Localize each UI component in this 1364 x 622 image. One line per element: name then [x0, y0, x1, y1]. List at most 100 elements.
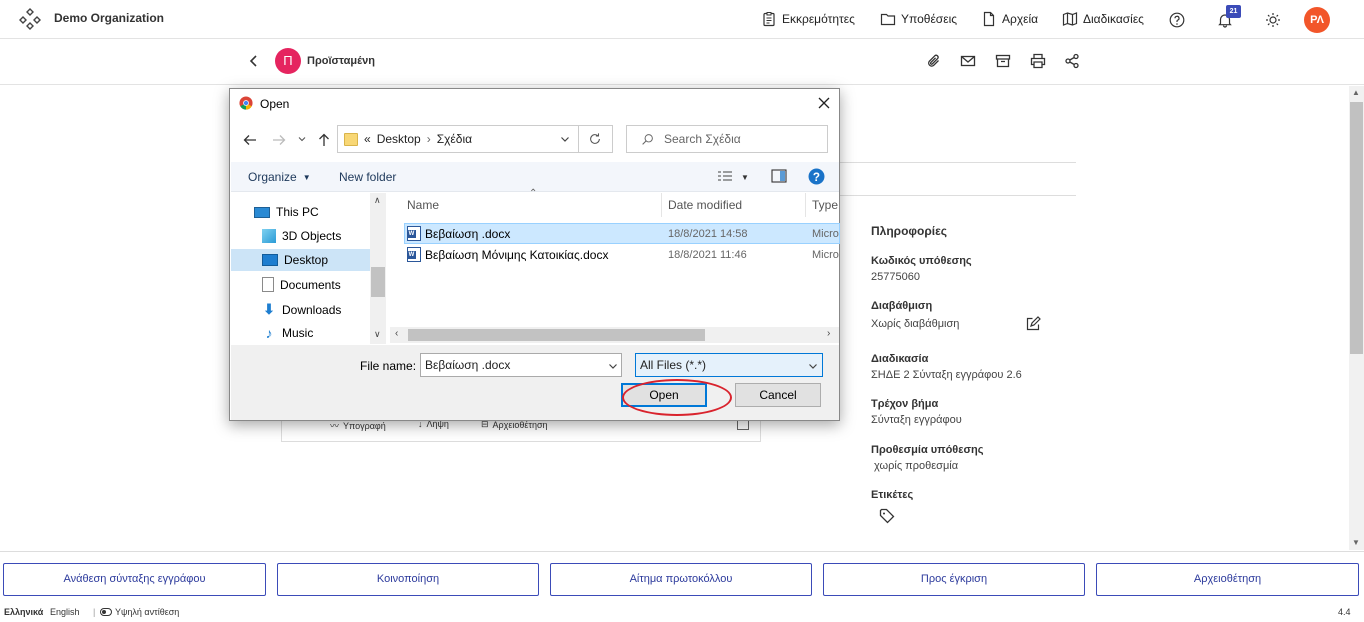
preview-pane-icon[interactable] — [771, 169, 787, 183]
hscroll-left-icon[interactable]: ‹ — [395, 328, 398, 339]
protocol-request-button[interactable]: Αίτημα πρωτοκόλλου — [550, 563, 812, 596]
file-type-dropdown-icon[interactable] — [808, 361, 818, 371]
word-document-icon: W — [407, 226, 421, 241]
path-desktop[interactable]: Desktop — [377, 132, 421, 146]
tree-item-this-pc[interactable]: This PC — [254, 205, 319, 219]
highlight-annotation — [622, 379, 732, 416]
assign-draft-button[interactable]: Ανάθεση σύνταξης εγγράφου — [3, 563, 266, 596]
case-code-value: 25775060 — [871, 271, 920, 283]
tags-label: Ετικέτες — [871, 489, 914, 501]
case-code-label: Κωδικός υπόθεσης — [871, 255, 972, 267]
nav-procedures[interactable]: Διαδικασίες — [1062, 11, 1144, 27]
help-icon[interactable] — [1169, 12, 1185, 28]
column-date-modified[interactable]: Date modified — [668, 198, 742, 212]
up-arrow-icon[interactable] — [316, 132, 332, 148]
edit-icon[interactable] — [1025, 316, 1041, 332]
organize-label: Organize — [248, 170, 297, 184]
file-name-dropdown-icon[interactable] — [608, 361, 618, 371]
tree-item-downloads[interactable]: ⬇ Downloads — [262, 301, 341, 318]
organization-name[interactable]: Demo Organization — [54, 11, 164, 25]
column-name[interactable]: Name — [407, 198, 439, 212]
tree-item-desktop[interactable]: Desktop — [262, 253, 328, 267]
toggle-icon — [100, 608, 112, 616]
archive-icon[interactable] — [995, 53, 1011, 69]
back-chevron-icon[interactable] — [247, 54, 261, 68]
scroll-up-arrow-icon[interactable]: ▲ — [1352, 88, 1360, 97]
documents-icon — [262, 277, 274, 292]
folder-icon — [344, 132, 358, 146]
file-type: Micro — [812, 228, 839, 240]
file-type-select[interactable]: All Files (*.*) — [635, 353, 823, 377]
lang-greek-link[interactable]: Ελληνικά — [4, 607, 43, 617]
column-separator[interactable] — [805, 193, 806, 217]
case-toolbar — [0, 40, 1364, 85]
organization-logo-icon[interactable] — [18, 7, 42, 31]
main-scrollbar-thumb[interactable] — [1350, 102, 1363, 354]
file-name-input[interactable]: Βεβαίωση .docx — [420, 353, 622, 377]
forward-arrow-icon[interactable] — [271, 132, 287, 148]
cancel-button[interactable]: Cancel — [735, 383, 821, 407]
tag-icon[interactable] — [879, 508, 895, 524]
lang-english-link[interactable]: English — [50, 607, 80, 617]
hscroll-right-icon[interactable]: › — [827, 328, 830, 339]
archive-button[interactable]: Αρχειοθέτηση — [1096, 563, 1359, 596]
for-approval-button[interactable]: Προς έγκριση — [823, 563, 1085, 596]
music-note-icon: ♪ — [265, 325, 273, 341]
nav-pending[interactable]: Εκκρεμότητες — [761, 11, 855, 27]
path-overflow[interactable]: « — [364, 132, 371, 146]
path-sxedia[interactable]: Σχέδια — [437, 132, 472, 146]
mail-icon[interactable] — [960, 53, 976, 69]
nav-files[interactable]: Αρχεία — [981, 11, 1038, 27]
close-icon[interactable] — [816, 95, 832, 111]
search-input[interactable]: Search Σχέδια — [626, 125, 828, 153]
nav-procedures-label: Διαδικασίες — [1083, 12, 1144, 26]
cube-icon — [262, 229, 276, 243]
nav-cases[interactable]: Υποθέσεις — [880, 11, 957, 27]
help-icon[interactable]: ? — [808, 168, 825, 185]
back-arrow-icon[interactable] — [242, 132, 258, 148]
notify-button[interactable]: Κοινοποίηση — [277, 563, 539, 596]
search-icon — [642, 133, 653, 145]
nav-files-label: Αρχεία — [1002, 12, 1039, 26]
tree-scroll-up-icon[interactable]: ∧ — [374, 195, 381, 206]
divider — [838, 195, 1076, 196]
tree-item-music[interactable]: ♪ Music — [262, 325, 314, 341]
refresh-button[interactable] — [579, 125, 613, 153]
tree-scroll-down-icon[interactable]: ∨ — [374, 329, 381, 340]
organize-menu[interactable]: Organize ▼ — [248, 170, 311, 184]
paperclip-icon[interactable] — [926, 53, 942, 69]
tree-item-3d-objects[interactable]: 3D Objects — [262, 229, 341, 243]
share-icon[interactable] — [1064, 53, 1080, 69]
tree-scrollbar-thumb[interactable] — [371, 267, 385, 297]
column-type[interactable]: Type — [812, 198, 838, 212]
file-row[interactable]: W Βεβαίωση Μόνιμης Κατοικίας.docx — [407, 247, 608, 262]
scroll-down-arrow-icon[interactable]: ▼ — [1352, 538, 1360, 547]
column-separator[interactable] — [661, 193, 662, 217]
new-folder-button[interactable]: New folder — [339, 170, 396, 184]
theme-sun-icon[interactable] — [1265, 12, 1281, 28]
classification-value: Χωρίς διαβάθμιση — [871, 318, 960, 330]
file-date: 18/8/2021 14:58 — [668, 228, 748, 240]
procedure-label: Διαδικασία — [871, 353, 929, 365]
tree-item-music-label: Music — [282, 326, 314, 340]
chrome-icon — [239, 96, 253, 110]
print-icon[interactable] — [1030, 53, 1046, 69]
address-bar[interactable]: « Desktop › Σχέδια — [337, 125, 579, 153]
file-list-hscrollbar-thumb[interactable] — [408, 329, 705, 341]
refresh-icon — [590, 133, 600, 144]
tree-item-downloads-label: Downloads — [282, 302, 342, 317]
tree-item-documents[interactable]: Documents — [262, 277, 341, 292]
file-name: Βεβαίωση Μόνιμης Κατοικίας.docx — [425, 247, 609, 262]
file-date: 18/8/2021 11:46 — [668, 249, 747, 261]
high-contrast-toggle[interactable]: Υψηλή αντίθεση — [100, 607, 179, 617]
archive-action-label: Αρχειοθέτηση — [492, 419, 548, 430]
file-name-label: File name: — [360, 359, 417, 373]
recent-dropdown-chevron-icon[interactable] — [297, 134, 307, 144]
view-options[interactable]: ▼ — [717, 170, 749, 184]
file-row[interactable]: W Βεβαίωση .docx — [407, 226, 510, 241]
download-arrow-icon: ⬇ — [263, 301, 275, 317]
user-avatar[interactable]: ΡΛ — [1304, 7, 1330, 33]
tree-item-3d-objects-label: 3D Objects — [282, 229, 342, 243]
address-dropdown-icon[interactable] — [560, 134, 570, 144]
computer-icon — [254, 206, 270, 218]
